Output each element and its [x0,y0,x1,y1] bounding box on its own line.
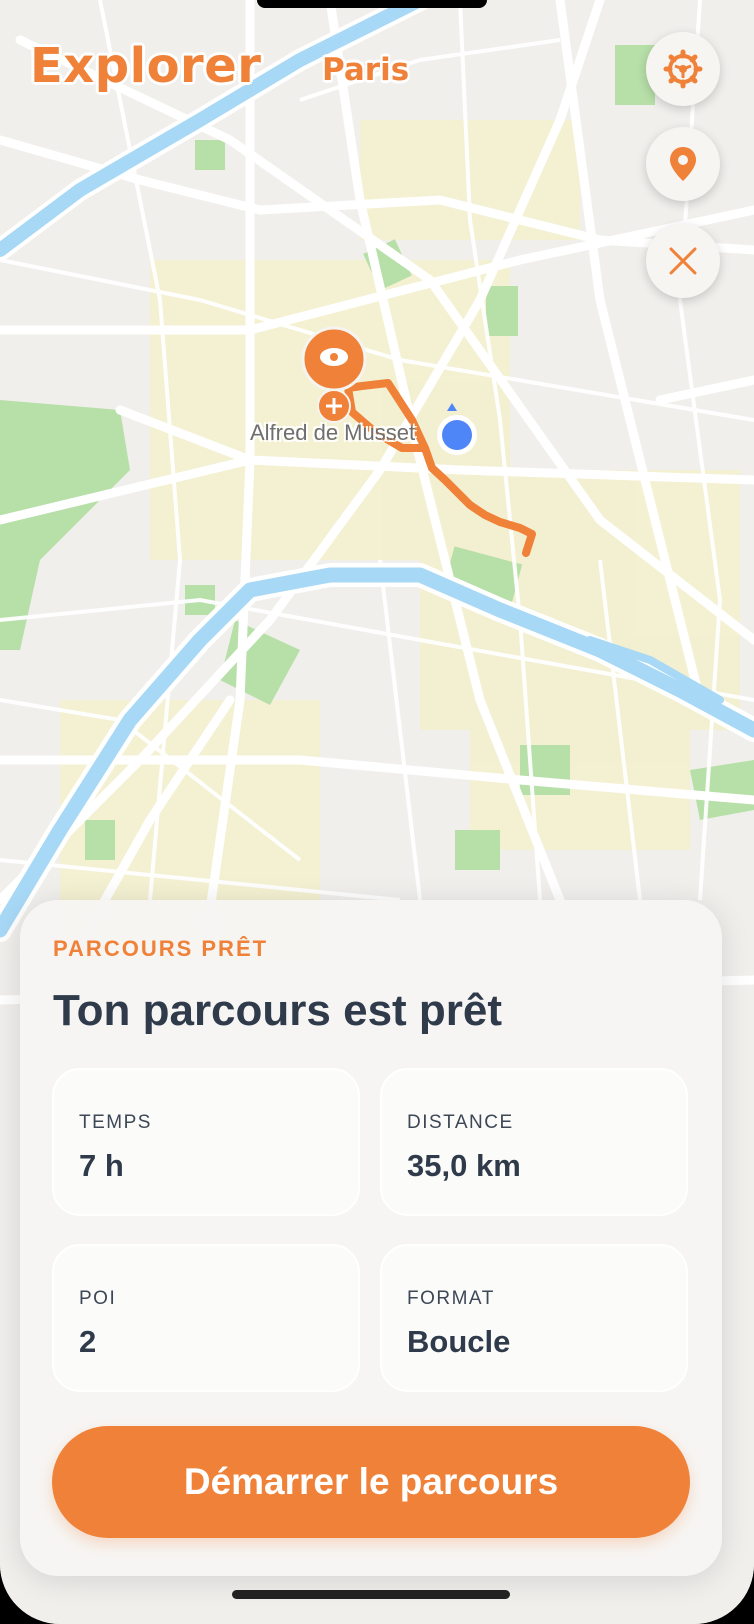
stat-label: FORMAT [407,1288,495,1309]
app-screen: Explorer Paris Alfred de Musset PARCOURS… [0,0,754,1624]
app-title: Explorer [30,38,262,94]
city-label: Paris [322,52,410,88]
home-indicator[interactable] [232,1590,510,1599]
app-logo: Explorer [30,38,261,94]
locate-button[interactable] [646,127,720,201]
card-eyebrow: PARCOURS PRÊT [53,936,269,961]
start-route-button[interactable]: Démarrer le parcours [52,1426,690,1538]
stat-label: DISTANCE [407,1112,514,1133]
stat-poi: POI 2 [52,1244,360,1392]
poi-marker-small[interactable] [317,389,351,423]
gear-icon [663,49,703,89]
map-place-label: Alfred de Musset [250,420,416,445]
stat-distance: DISTANCE 35,0 km [380,1068,688,1216]
route-summary-card: PARCOURS PRÊT Ton parcours est prêt TEMP… [20,900,722,1576]
stat-format: FORMAT Boucle [380,1244,688,1392]
close-icon [669,247,697,275]
card-headline: Ton parcours est prêt [53,986,503,1035]
settings-button[interactable] [646,32,720,106]
stat-value: 2 [79,1324,97,1359]
poi-marker[interactable] [301,326,367,392]
stat-label: POI [79,1288,117,1309]
stat-value: 7 h [79,1148,124,1183]
device-notch [257,0,487,8]
stat-value: Boucle [407,1324,511,1359]
location-pin-icon [670,147,696,181]
stat-label: TEMPS [79,1112,152,1133]
stat-value: 35,0 km [407,1148,521,1183]
close-button[interactable] [646,224,720,298]
stat-time: TEMPS 7 h [52,1068,360,1216]
